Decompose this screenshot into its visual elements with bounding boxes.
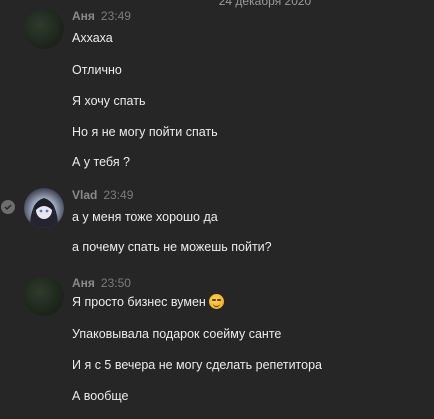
- message-line: Я просто бизнес вумен: [72, 294, 224, 309]
- message-header: Vlad 23:49: [72, 188, 133, 206]
- message-group: Vlad 23:49 а у меня тоже хорошо да а поч…: [0, 188, 434, 258]
- timestamp: 23:50: [100, 276, 131, 290]
- author-name[interactable]: Аня: [72, 276, 95, 290]
- message-text: И я с 5 вечера не могу сделать репетитор…: [72, 358, 322, 372]
- date-separator: 24 декабря 2020: [0, 0, 434, 8]
- smirk-emoji-icon: [208, 294, 224, 309]
- timestamp: 23:49: [100, 9, 131, 23]
- message-text: Я просто бизнес вумен: [72, 295, 206, 309]
- message-group: Аня 23:50 Я просто бизнес вумен Упаковыв…: [0, 276, 434, 416]
- timestamp: 23:49: [103, 188, 134, 202]
- message-text: а у меня тоже хорошо да: [72, 210, 218, 224]
- message-text: а почему спать не можешь пойти?: [72, 240, 272, 254]
- message-text: Но я не могу пойти спать: [72, 125, 218, 139]
- message-header: Аня 23:49: [72, 9, 131, 27]
- message-group: Аня 23:49 Аххаха Отлично Я хочу спать Но…: [0, 9, 434, 179]
- avatar-image: [30, 198, 58, 228]
- avatar[interactable]: [24, 188, 64, 228]
- check-icon: [1, 200, 15, 214]
- date-separator-label: 24 декабря 2020: [208, 0, 322, 8]
- message-header: Аня 23:50: [72, 276, 131, 294]
- message-text: А у тебя ?: [72, 155, 131, 169]
- avatar[interactable]: [24, 276, 64, 316]
- message-text: Аххаха: [72, 31, 113, 45]
- message-text: Отлично: [72, 63, 122, 77]
- author-name[interactable]: Vlad: [72, 188, 97, 202]
- message-text: Упаковывала подарок соейму санте: [72, 327, 282, 341]
- author-name[interactable]: Аня: [72, 9, 95, 23]
- message-text: А вообще: [72, 389, 129, 403]
- message-text: Я хочу спать: [72, 94, 146, 108]
- avatar[interactable]: [24, 9, 64, 49]
